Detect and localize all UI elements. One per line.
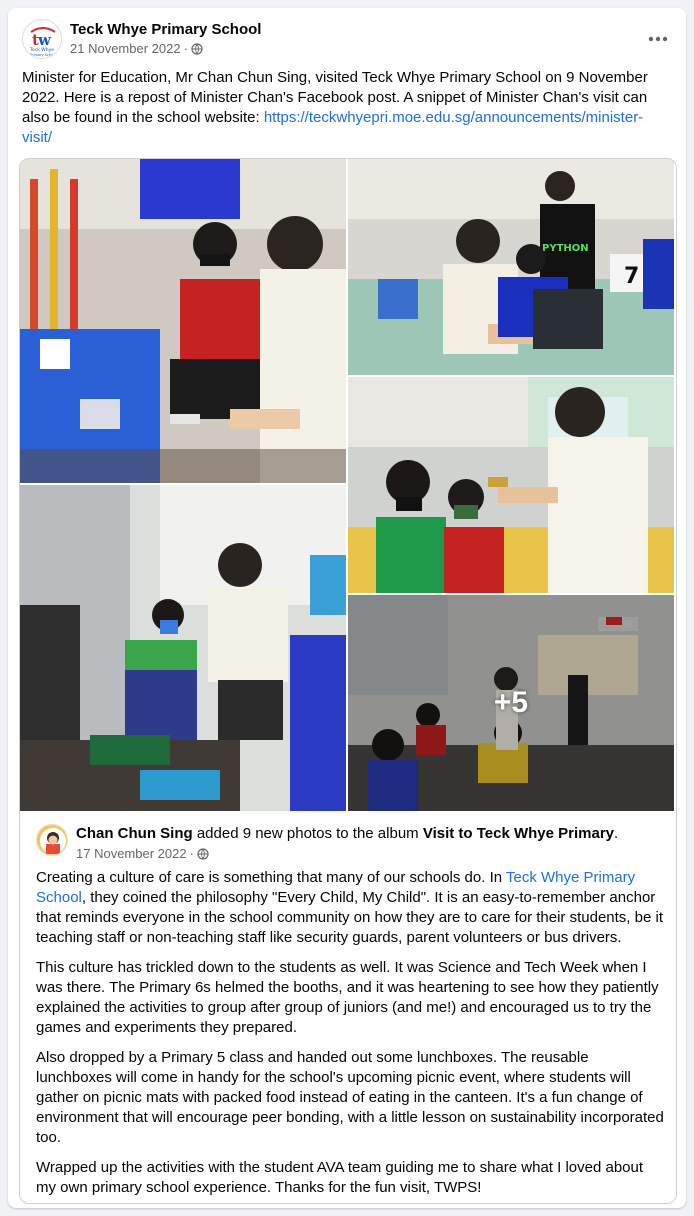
post-date[interactable]: 21 November 2022 xyxy=(70,41,181,56)
shared-post-date[interactable]: 17 November 2022 xyxy=(76,846,187,861)
school-logo: t w Teck Whye Primary School xyxy=(24,21,61,58)
title-end: . xyxy=(614,825,619,842)
shared-action-text: added 9 new photos to the album xyxy=(196,825,419,842)
shared-post-header: Chan Chun Sing added 9 new photos to the… xyxy=(36,824,660,864)
paragraph-2: This culture has trickled down to the st… xyxy=(36,959,659,1036)
album-photo-3[interactable] xyxy=(348,377,674,593)
globe-icon[interactable] xyxy=(197,847,209,860)
post-header: t w Teck Whye Primary School Teck Whye P… xyxy=(22,19,672,59)
album-photo-5[interactable]: +5 xyxy=(348,595,674,811)
album-photo-2[interactable]: PYTHON 7 xyxy=(348,159,674,375)
meta-separator: · xyxy=(189,846,194,861)
svg-text:7: 7 xyxy=(624,264,639,289)
globe-icon[interactable] xyxy=(191,42,203,55)
more-options-icon xyxy=(648,36,668,42)
svg-text:w: w xyxy=(37,31,52,49)
shared-post-meta: 17 November 2022 · xyxy=(76,846,209,861)
svg-text:Primary School: Primary School xyxy=(30,53,56,57)
school-logo-avatar[interactable]: t w Teck Whye Primary School xyxy=(22,19,62,59)
post-caption: Minister for Education, Mr Chan Chun Sin… xyxy=(22,68,666,148)
album-photo-4[interactable] xyxy=(20,485,346,811)
page-name-link[interactable]: Teck Whye Primary School xyxy=(70,21,261,38)
post-meta: 21 November 2022 · xyxy=(70,41,203,56)
p1-text: Creating a culture of care is something … xyxy=(36,869,503,886)
p1-text-after: , they coined the philosophy "Every Chil… xyxy=(36,889,663,946)
paragraph-4: Wrapped up the activities with the stude… xyxy=(36,1159,644,1196)
svg-text:PYTHON: PYTHON xyxy=(542,243,589,254)
post-card: t w Teck Whye Primary School Teck Whye P… xyxy=(8,8,686,1208)
author-name-link[interactable]: Chan Chun Sing xyxy=(76,825,193,842)
album-photo-1[interactable] xyxy=(20,159,346,483)
shared-post-body: Creating a culture of care is something … xyxy=(36,868,664,1203)
shared-post: PYTHON 7 +5 Chan Chun Sing added 9 new p… xyxy=(19,158,677,1204)
shared-post-title: Chan Chun Sing added 9 new photos to the… xyxy=(76,825,618,842)
meta-separator: · xyxy=(183,41,188,56)
more-photos-overlay[interactable]: +5 xyxy=(348,595,674,811)
album-name-link[interactable]: Visit to Teck Whye Primary xyxy=(423,825,614,842)
author-avatar[interactable] xyxy=(36,824,68,856)
paragraph-1: Creating a culture of care is something … xyxy=(36,868,664,948)
paragraph-3: Also dropped by a Primary 5 class and ha… xyxy=(36,1049,664,1146)
more-options-button[interactable] xyxy=(644,25,672,53)
